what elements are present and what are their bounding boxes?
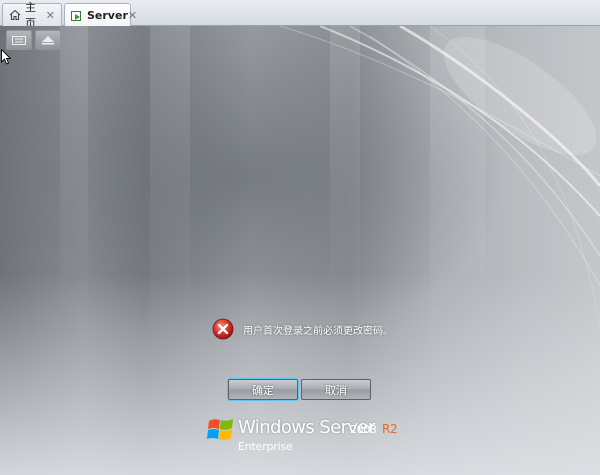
mouse-cursor-icon xyxy=(1,49,11,65)
message-text: 用户首次登录之前必须更改密码。 xyxy=(243,325,393,337)
tab-server-close-icon[interactable]: ✕ xyxy=(128,9,137,22)
logo-edition: Enterprise xyxy=(238,440,293,453)
windows-server-logo: Windows Server 2008 R2 Enterprise xyxy=(207,415,398,461)
vm-console-screen[interactable]: 用户首次登录之前必须更改密码。 确定 取消 Windows Server 200… xyxy=(0,26,600,475)
eject-icon xyxy=(42,36,54,45)
windows-flag-icon xyxy=(207,419,233,440)
home-icon xyxy=(9,9,21,21)
cancel-button[interactable]: 取消 xyxy=(301,379,371,400)
tab-bar: 主页 ✕ Server ✕ xyxy=(0,0,600,30)
logo-edition-mark: R2 xyxy=(382,422,398,436)
console-key-button[interactable] xyxy=(6,30,32,50)
wallpaper-streaks xyxy=(60,26,600,366)
tab-server[interactable]: Server ✕ xyxy=(64,3,137,27)
error-icon xyxy=(212,318,234,340)
tab-home-close-icon[interactable]: ✕ xyxy=(46,9,55,22)
ok-button[interactable]: 确定 xyxy=(228,379,298,400)
tab-home[interactable]: 主页 ✕ xyxy=(2,1,62,30)
password-change-message: 用户首次登录之前必须更改密码。 xyxy=(212,318,393,340)
console-menu-button[interactable] xyxy=(35,30,61,50)
keyboard-icon xyxy=(12,35,26,45)
logo-version: 2008 xyxy=(350,423,377,436)
vm-icon xyxy=(71,10,83,22)
tab-server-label: Server xyxy=(87,9,128,22)
